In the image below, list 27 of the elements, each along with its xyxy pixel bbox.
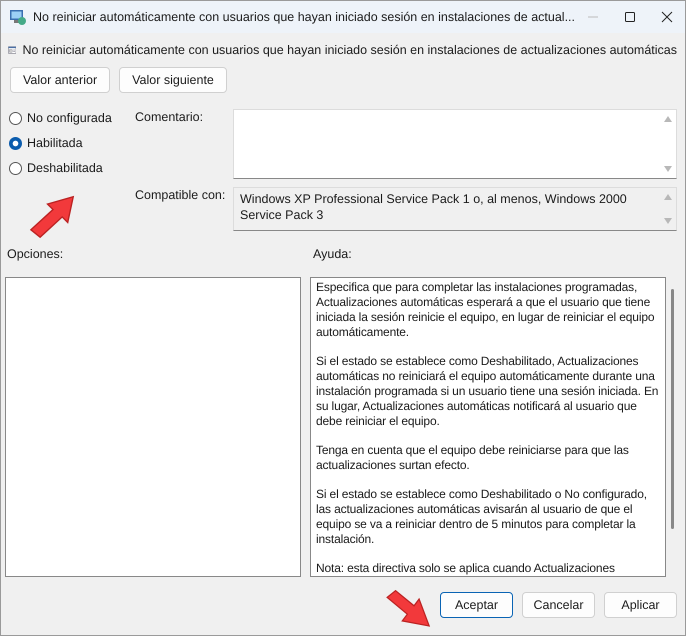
help-paragraph: Especifica que para completar las instalaciones programadas, Actualizaciones automáticas esperará a que el usuario que tiene iniciada la sesión reinicie el equipo, en lugar de reiniciar el equipo automáticamente.: [316, 280, 656, 340]
maximize-icon: [624, 11, 636, 23]
help-paragraph: Si el estado se establece como Deshabilitado, Actualizaciones automáticas no reiniciará el equipo automáticamente durante una instalación programada si un usuario tiene una sesión iniciada. En su lugar, Actualizaciones automáticas notificará al usuario que debe reiniciar el equipo.: [316, 354, 660, 429]
options-label: Opciones:: [6, 247, 64, 263]
radio-label[interactable]: Habilitada: [27, 136, 83, 150]
supported-on-value: Windows XP Professional Service Pack 1 o, al menos, Windows 2000 Service Pack 3: [240, 192, 627, 222]
comment-label: Comentario:: [135, 109, 204, 126]
help-paragraph: Tenga en cuenta que el equipo debe reiniciarse para que las actualizaciones surtan efecto.: [316, 443, 630, 473]
comment-field[interactable]: [233, 109, 677, 179]
previous-setting-button[interactable]: Valor anterior: [10, 67, 110, 93]
computer-icon: [9, 8, 27, 26]
help-paragraph: Si el estado se establece como Deshabilitado o No configurado, las actualizaciones automáticas avisarán al usuario de que el equipo se va a reiniciar dentro de 5 minutos para completar la instalación.: [316, 487, 648, 547]
window-title: No reiniciar automáticamente con usuarios que hayan iniciado sesión en instalaciones de actual...: [33, 10, 575, 24]
radio-button[interactable]: [9, 136, 22, 150]
help-paragraph: Nota: esta directiva solo se aplica cuando Actualizaciones: [316, 561, 616, 576]
policy-title: No reiniciar automáticamente con usuarios que hayan iniciado sesión en instalaciones de actualizaciones automáticas: [22, 43, 677, 57]
supported-on-label: Compatible con:: [135, 187, 226, 204]
close-icon: [660, 11, 673, 23]
dialog-button[interactable]: Aplicar: [604, 592, 677, 618]
next-setting-button[interactable]: Valor siguiente: [119, 67, 227, 93]
dialog-button[interactable]: Cancelar: [522, 592, 595, 618]
radio-button[interactable]: [9, 112, 22, 124]
help-label: Ayuda:: [313, 247, 352, 263]
radio-button[interactable]: [9, 162, 22, 174]
dialog-button[interactable]: Aceptar: [440, 592, 513, 618]
radio-label[interactable]: No configurada: [27, 111, 112, 125]
radio-label[interactable]: Deshabilitada: [27, 161, 103, 175]
